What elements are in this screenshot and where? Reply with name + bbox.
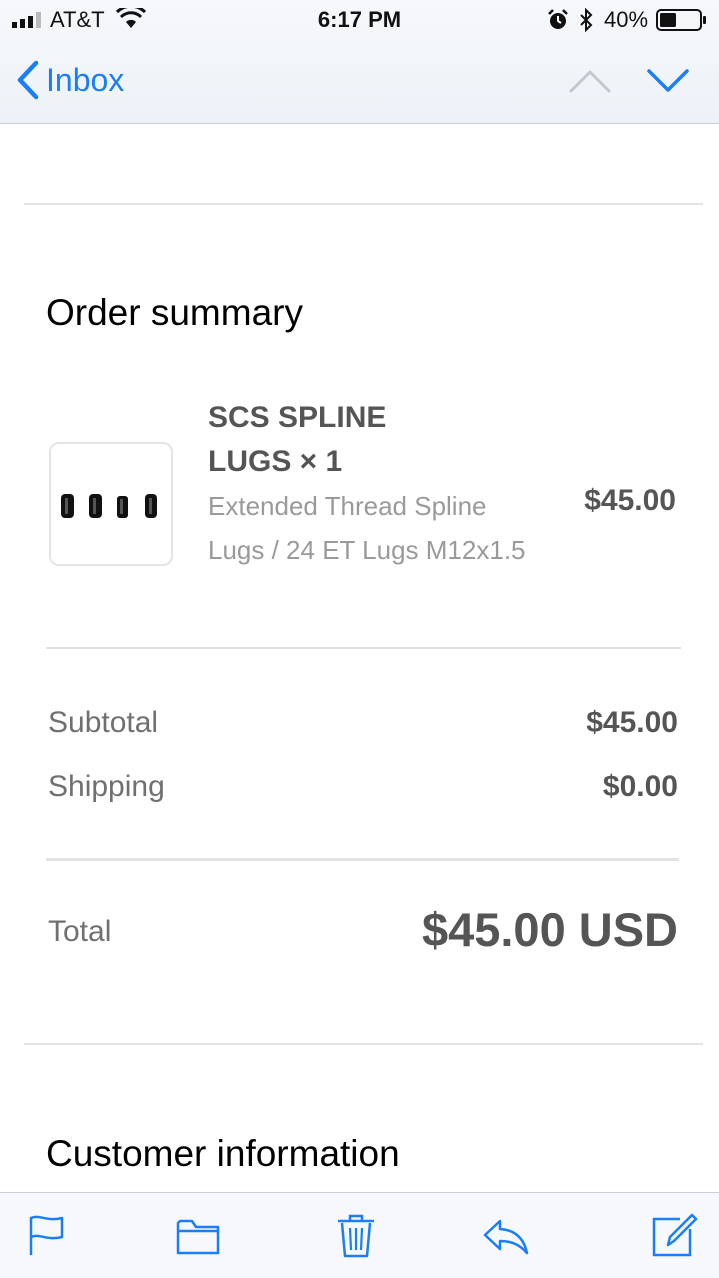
product-variant: Extended Thread Spline Lugs / 24 ET Lugs…	[208, 491, 526, 565]
section-divider	[24, 1043, 703, 1045]
top-bar: AT&T 6:17 PM 40% Inbox	[0, 0, 719, 124]
shipping-value: $0.00	[602, 770, 678, 803]
chevron-down-icon[interactable]	[646, 68, 690, 94]
flag-icon	[29, 1215, 64, 1255]
flag-button[interactable]	[22, 1211, 70, 1259]
reply-button[interactable]	[482, 1211, 530, 1259]
move-to-folder-button[interactable]	[174, 1211, 222, 1259]
reply-icon	[483, 1219, 529, 1255]
trash-icon	[338, 1214, 374, 1258]
compose-button[interactable]	[650, 1211, 698, 1259]
subtotal-label: Subtotal	[48, 706, 159, 739]
product-price: $45.00	[584, 484, 676, 517]
folder-icon	[176, 1219, 220, 1255]
delete-button[interactable]	[332, 1211, 380, 1259]
total-label: Total	[48, 915, 112, 948]
customer-information-title: Customer information	[46, 1133, 400, 1174]
alarm-icon	[548, 9, 568, 29]
product-name: SCS SPLINE LUGS × 1	[208, 401, 387, 478]
battery-percent: 40%	[604, 7, 649, 32]
back-to-inbox-button[interactable]: Inbox	[14, 58, 124, 102]
compose-icon	[652, 1213, 698, 1257]
bluetooth-icon	[580, 8, 593, 32]
section-divider	[24, 203, 703, 205]
back-label: Inbox	[46, 61, 125, 98]
order-summary-title: Order summary	[46, 292, 303, 333]
items-divider	[46, 647, 681, 649]
total-value: $45.00 USD	[421, 903, 678, 956]
subtotal-value: $45.00	[586, 706, 678, 739]
chevron-up-icon[interactable]	[568, 68, 612, 94]
totals-divider	[46, 858, 679, 861]
mail-toolbar	[0, 1192, 719, 1278]
shipping-label: Shipping	[48, 770, 165, 803]
battery-icon	[656, 9, 706, 31]
lug-nuts-image	[61, 494, 157, 518]
product-image	[49, 442, 173, 566]
chevron-left-icon	[17, 60, 39, 100]
status-bar: AT&T 6:17 PM 40%	[0, 0, 719, 40]
